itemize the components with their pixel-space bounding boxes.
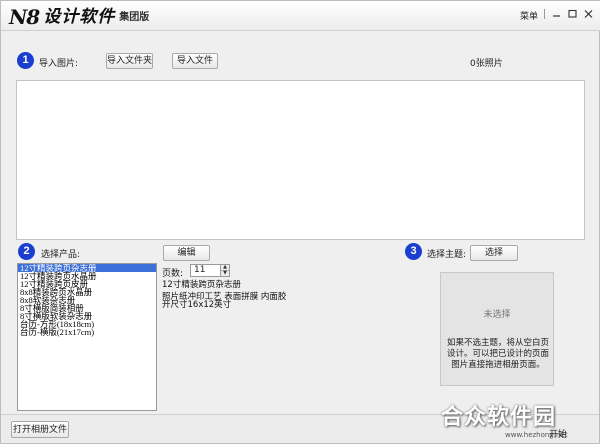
step-2-badge: 2	[18, 243, 35, 260]
logo-mark: N8	[9, 5, 40, 29]
pages-label: 页数:	[162, 269, 184, 279]
select-theme-button[interactable]: 选择	[470, 245, 518, 261]
theme-empty-text: 未选择	[483, 310, 511, 320]
description-line: 开尺寸16x12英寸	[162, 300, 232, 310]
app-window: N8 设计软件 集团版 菜单 1 导入图片: 导入文件夹 导入文件 0张照片 2…	[0, 0, 600, 444]
product-list-item[interactable]: 台历-横版(21x17cm)	[18, 328, 156, 337]
step-1-badge: 1	[17, 52, 34, 69]
step-3-badge: 3	[405, 243, 422, 260]
product-description: 12寸精装跨页杂志册 照片纸冲印工艺 表面拼膜 内面胶 开尺寸16x12英寸	[162, 281, 312, 310]
photo-count: 0张照片	[470, 59, 503, 69]
edit-product-button[interactable]: 编辑	[163, 245, 210, 261]
open-album-file-button[interactable]: 打开相册文件	[11, 421, 69, 438]
edition-label: 集团版	[119, 12, 150, 23]
product-list[interactable]: 12寸精装跨页杂志册 12寸精装跨页水晶册 12寸精装跨页皮册 8x8精装跨页水晶册 8…	[17, 263, 157, 411]
import-file-button[interactable]: 导入文件	[172, 53, 218, 69]
watermark: 合众软件园 www.hezhong.net	[441, 399, 591, 439]
theme-preview[interactable]: 未选择 如果不选主题，将从空白页设计。可以把已设计的页面图片直接拖进相册页面。	[440, 272, 554, 386]
start-button[interactable]: 开始	[549, 427, 567, 440]
theme-hint: 如果不选主题，将从空白页设计。可以把已设计的页面图片直接拖进相册页面。	[447, 338, 550, 370]
stepper-down-icon[interactable]: ▼	[220, 270, 229, 276]
import-folder-button[interactable]: 导入文件夹	[106, 53, 153, 69]
close-icon[interactable]	[582, 8, 595, 20]
title-separator	[544, 9, 545, 19]
select-product-label: 选择产品:	[41, 250, 81, 260]
app-name: 设计软件	[43, 7, 116, 27]
import-images-label: 导入图片:	[39, 59, 79, 69]
minimize-icon[interactable]	[550, 8, 563, 20]
select-theme-label: 选择主题:	[427, 250, 467, 260]
description-title: 12寸精装跨页杂志册	[162, 280, 241, 290]
pages-stepper[interactable]: 11 ▲ ▼	[190, 264, 230, 277]
maximize-icon[interactable]	[566, 8, 579, 20]
menu-button[interactable]: 菜单	[520, 9, 538, 22]
app-logo: N8 设计软件 集团版	[9, 4, 149, 28]
pages-value[interactable]: 11	[194, 265, 205, 276]
photo-drop-area[interactable]	[16, 80, 585, 240]
title-bar: N8 设计软件 集团版 菜单	[1, 1, 600, 31]
watermark-text: 合众软件园	[441, 405, 557, 430]
